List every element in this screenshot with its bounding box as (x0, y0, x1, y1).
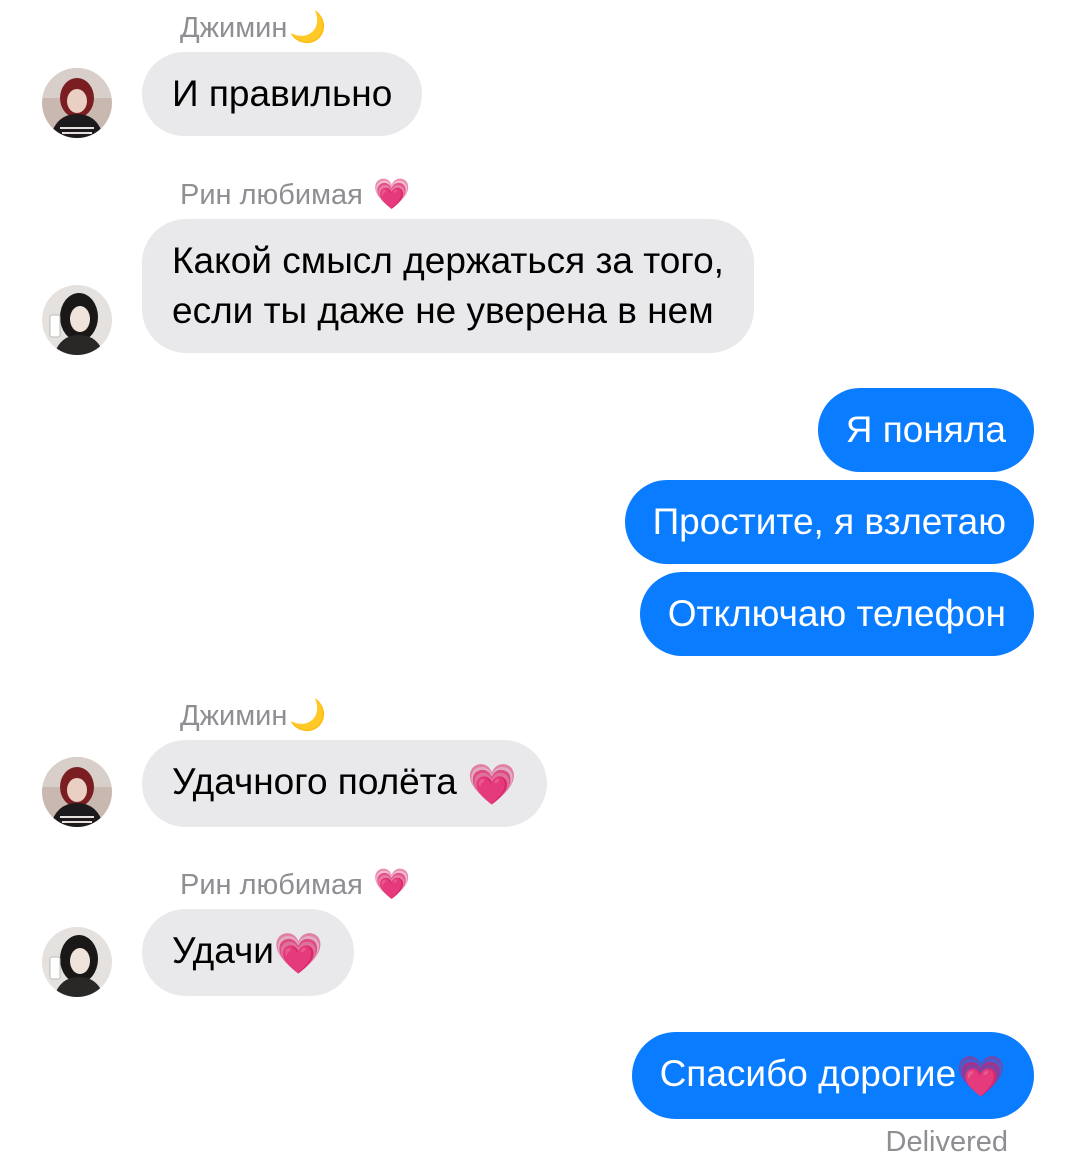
message-text: Простите, я взлетаю (652, 501, 1006, 542)
message-text: Удачи (172, 930, 274, 971)
message-bubble-incoming[interactable]: Какой смысл держаться за того, если ты д… (142, 219, 754, 353)
sender-name-rin: Рин любимая 💗 (180, 177, 410, 212)
avatar-jimin[interactable] (42, 68, 112, 138)
message-bubble-outgoing[interactable]: Я поняла (817, 388, 1034, 472)
message-bubble-outgoing[interactable]: Спасибо дорогие💗 (631, 1032, 1034, 1119)
growing-heart-icon: 💗 (372, 868, 411, 901)
growing-heart-icon: 💗 (956, 1055, 1006, 1099)
sender-name-label: Рин любимая (180, 869, 363, 901)
message-bubble-outgoing[interactable]: Отключаю телефон (639, 572, 1034, 656)
growing-heart-icon: 💗 (467, 763, 517, 807)
growing-heart-icon: 💗 (372, 178, 411, 211)
avatar-rin[interactable] (42, 285, 112, 355)
message-text: Спасибо дорогие (659, 1053, 957, 1094)
sender-name-label: Джимин (180, 12, 288, 44)
message-text: И правильно (172, 73, 393, 114)
message-bubble-outgoing[interactable]: Простите, я взлетаю (624, 480, 1034, 564)
crescent-moon-icon: 🌙 (289, 11, 327, 44)
crescent-moon-icon: 🌙 (289, 699, 327, 732)
message-bubble-incoming[interactable]: Удачи💗 (142, 909, 354, 996)
message-text: Я поняла (845, 409, 1006, 450)
message-text: Удачного полёта (172, 761, 457, 802)
avatar-rin[interactable] (42, 927, 112, 997)
message-text-line: если ты даже не уверена в нем (172, 290, 714, 331)
sender-name-rin: Рин любимая 💗 (180, 867, 410, 902)
sender-name-label: Рин любимая (180, 179, 363, 211)
avatar-jimin[interactable] (42, 757, 112, 827)
message-bubble-incoming[interactable]: Удачного полёта 💗 (142, 740, 547, 827)
sender-name-label: Джимин (180, 700, 288, 732)
sender-name-jimin: Джимин🌙 (180, 698, 327, 733)
sender-name-jimin: Джимин🌙 (180, 10, 327, 45)
growing-heart-icon: 💗 (273, 932, 324, 976)
message-text: Отключаю телефон (667, 593, 1006, 634)
message-text-line: Какой смысл держаться за того, (172, 240, 724, 281)
message-bubble-incoming[interactable]: И правильно (142, 52, 423, 136)
delivery-status: Delivered (885, 1126, 1009, 1158)
